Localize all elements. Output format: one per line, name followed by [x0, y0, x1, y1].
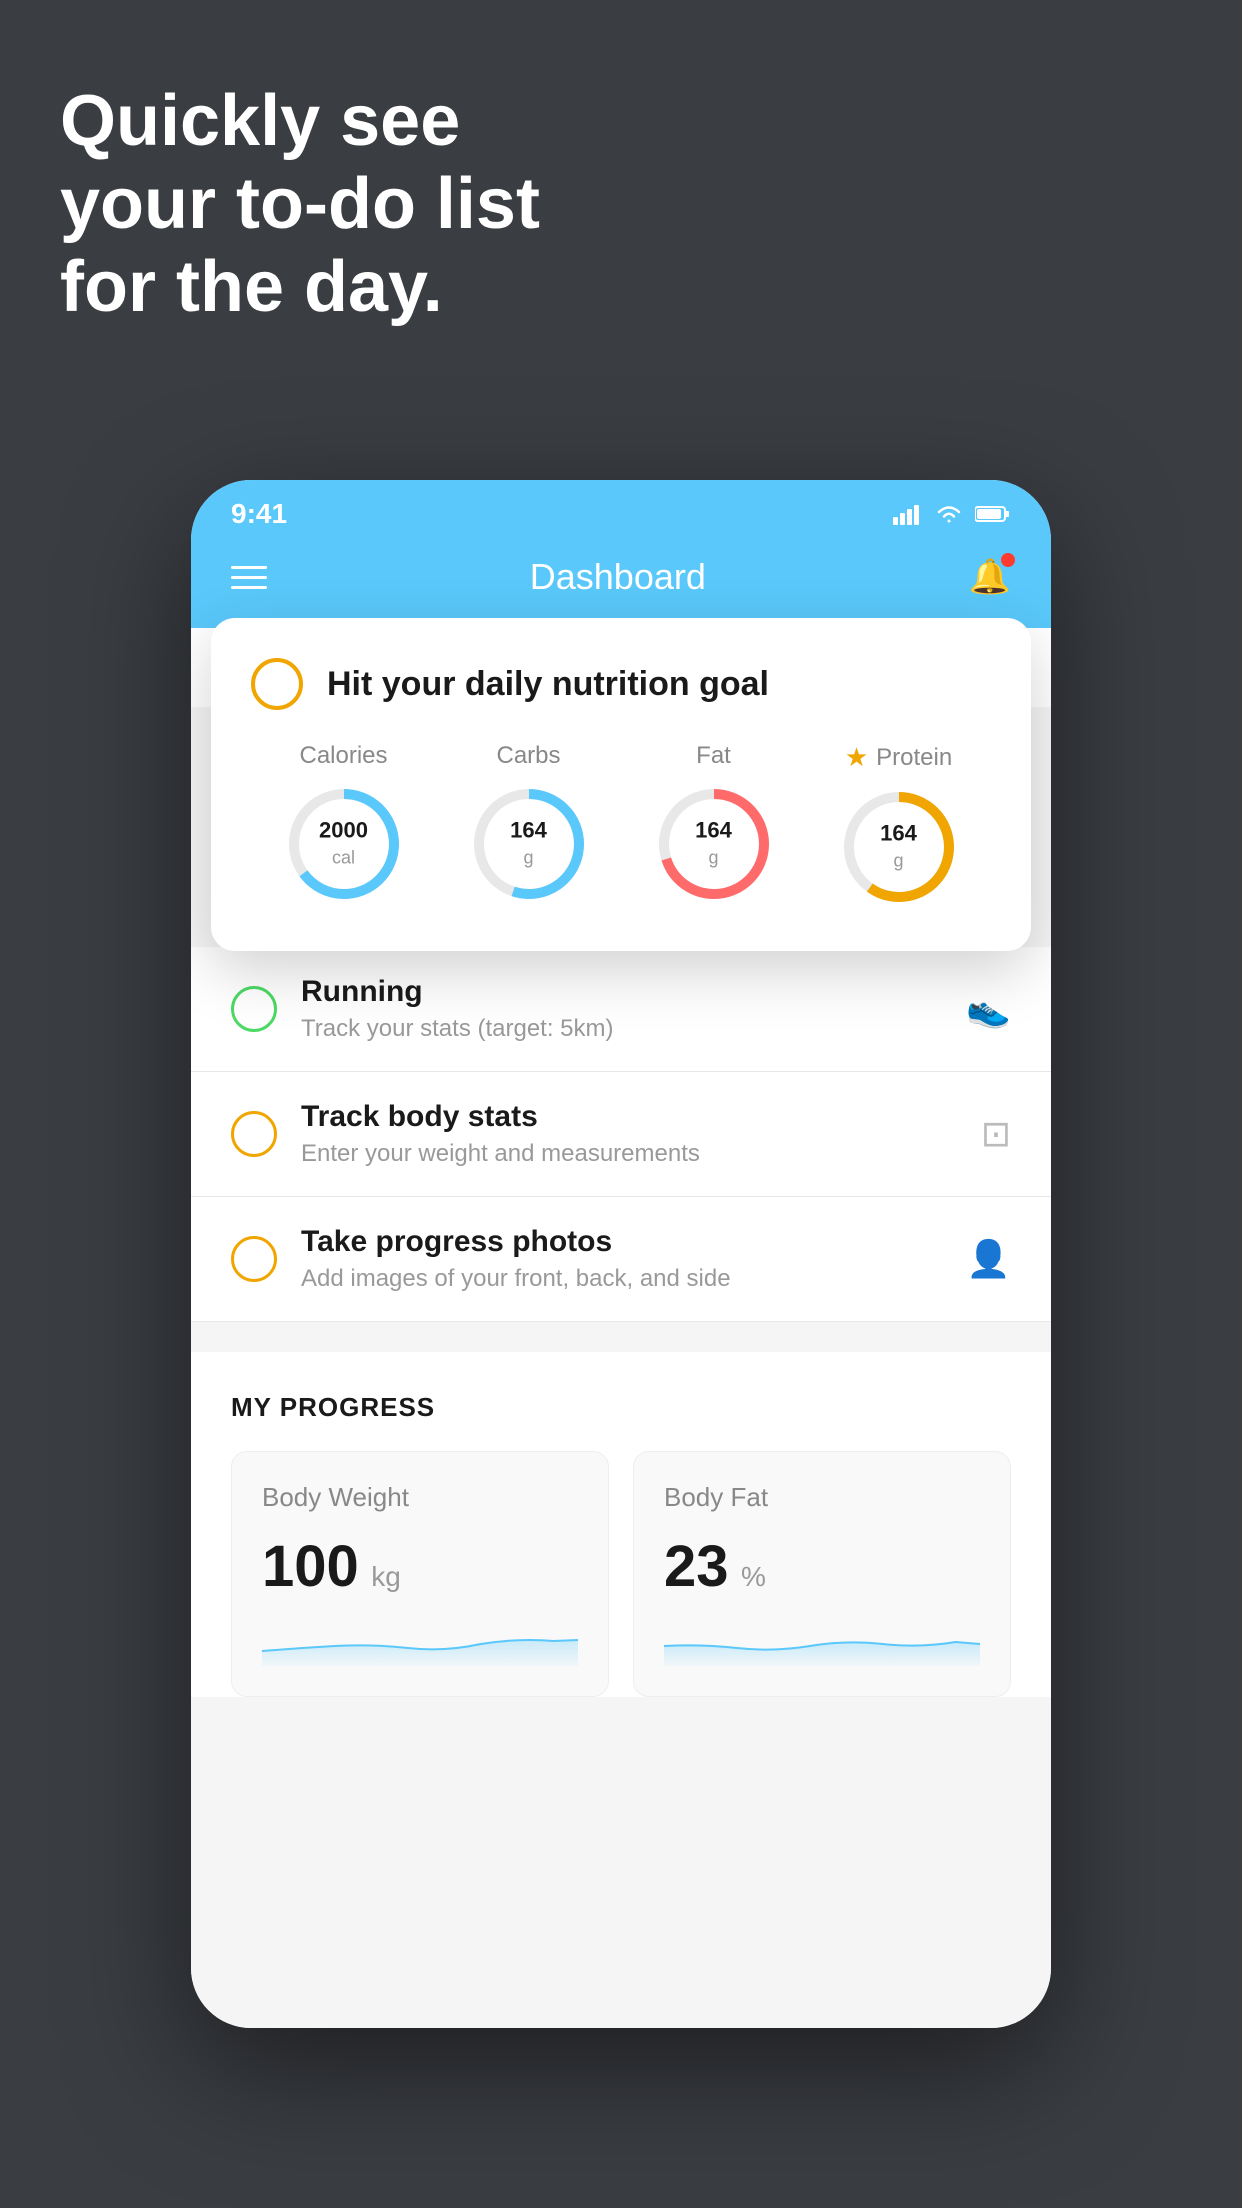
- app-body: THINGS TO DO TODAY Hit your daily nutrit…: [191, 628, 1051, 2028]
- progress-section: MY PROGRESS Body Weight 100 kg: [191, 1352, 1051, 1697]
- signal-icon: [893, 503, 923, 525]
- fat-label: Fat: [696, 742, 731, 770]
- body-stats-circle: [231, 1111, 277, 1157]
- nutrition-card-header: Hit your daily nutrition goal: [251, 658, 991, 710]
- header-title: Dashboard: [530, 556, 706, 598]
- nutrition-check-circle[interactable]: [251, 658, 303, 710]
- protein-label: Protein: [876, 744, 952, 772]
- app-header: Dashboard 🔔: [191, 540, 1051, 628]
- headline: Quickly see your to-do list for the day.: [60, 80, 540, 328]
- headline-line1: Quickly see: [60, 80, 540, 163]
- protein-donut: 164g: [839, 787, 959, 907]
- running-title: Running: [301, 975, 942, 1009]
- todo-body-stats[interactable]: Track body stats Enter your weight and m…: [191, 1072, 1051, 1197]
- notification-badge: [1001, 553, 1015, 567]
- body-fat-value-row: 23 %: [664, 1533, 980, 1600]
- person-icon: 👤: [966, 1238, 1011, 1280]
- body-stats-subtitle: Enter your weight and measurements: [301, 1140, 957, 1168]
- status-time: 9:41: [231, 498, 287, 530]
- body-fat-value: 23: [664, 1534, 729, 1599]
- body-fat-chart: [664, 1616, 980, 1666]
- body-weight-card-title: Body Weight: [262, 1482, 578, 1513]
- photos-circle: [231, 1236, 277, 1282]
- todo-photos[interactable]: Take progress photos Add images of your …: [191, 1197, 1051, 1322]
- nutrition-carbs: Carbs 164g: [469, 742, 589, 904]
- calories-donut: 2000cal: [284, 784, 404, 904]
- progress-section-title: MY PROGRESS: [231, 1392, 1011, 1423]
- photos-subtitle: Add images of your front, back, and side: [301, 1265, 942, 1293]
- body-stats-text: Track body stats Enter your weight and m…: [301, 1100, 957, 1168]
- protein-value: 164g: [880, 821, 917, 874]
- headline-line2: your to-do list: [60, 163, 540, 246]
- body-weight-value: 100: [262, 1534, 359, 1599]
- carbs-label: Carbs: [496, 742, 560, 770]
- scale-icon: ⊡: [981, 1113, 1011, 1155]
- running-circle: [231, 986, 277, 1032]
- star-icon: ★: [845, 742, 868, 773]
- running-text: Running Track your stats (target: 5km): [301, 975, 942, 1043]
- nutrition-calories: Calories 2000cal: [284, 742, 404, 904]
- nutrition-protein: ★ Protein 164g: [839, 742, 959, 907]
- status-bar: 9:41: [191, 480, 1051, 540]
- nutrition-card: Hit your daily nutrition goal Calories 2…: [211, 618, 1031, 951]
- status-icons: [893, 503, 1011, 525]
- todo-list: Running Track your stats (target: 5km) 👟…: [191, 947, 1051, 1322]
- protein-label-row: ★ Protein: [845, 742, 952, 773]
- carbs-donut: 164g: [469, 784, 589, 904]
- fat-value: 164g: [695, 818, 732, 871]
- todo-running[interactable]: Running Track your stats (target: 5km) 👟: [191, 947, 1051, 1072]
- body-fat-card-title: Body Fat: [664, 1482, 980, 1513]
- nutrition-card-title: Hit your daily nutrition goal: [327, 665, 769, 704]
- menu-button[interactable]: [231, 566, 267, 589]
- headline-line3: for the day.: [60, 246, 540, 329]
- body-stats-title: Track body stats: [301, 1100, 957, 1134]
- body-fat-unit: %: [741, 1561, 766, 1592]
- phone-frame: 9:41 D: [191, 480, 1051, 2028]
- carbs-value: 164g: [510, 818, 547, 871]
- notifications-button[interactable]: 🔔: [969, 557, 1011, 597]
- running-icon: 👟: [966, 988, 1011, 1030]
- progress-cards: Body Weight 100 kg: [231, 1451, 1011, 1697]
- fat-donut: 164g: [654, 784, 774, 904]
- body-fat-card[interactable]: Body Fat 23 %: [633, 1451, 1011, 1697]
- running-subtitle: Track your stats (target: 5km): [301, 1015, 942, 1043]
- body-weight-value-row: 100 kg: [262, 1533, 578, 1600]
- calories-label: Calories: [299, 742, 387, 770]
- nutrition-grid: Calories 2000cal Carbs: [251, 742, 991, 907]
- wifi-icon: [935, 503, 963, 525]
- photos-title: Take progress photos: [301, 1225, 942, 1259]
- calories-value: 2000cal: [319, 818, 368, 871]
- battery-icon: [975, 505, 1011, 523]
- body-weight-unit: kg: [371, 1561, 401, 1592]
- photos-text: Take progress photos Add images of your …: [301, 1225, 942, 1293]
- body-weight-chart: [262, 1616, 578, 1666]
- nutrition-fat: Fat 164g: [654, 742, 774, 904]
- body-weight-card[interactable]: Body Weight 100 kg: [231, 1451, 609, 1697]
